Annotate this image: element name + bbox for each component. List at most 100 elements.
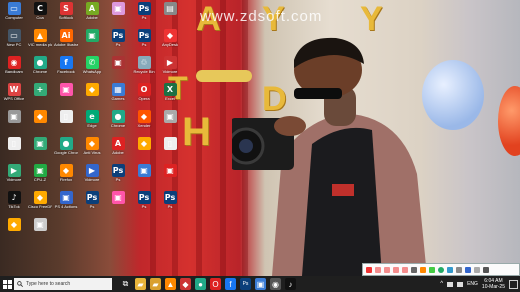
- toolbar-icon[interactable]: [411, 266, 417, 273]
- desktop-icon[interactable]: ◆ Firefox: [54, 164, 78, 182]
- app-icon: Ps: [111, 164, 125, 177]
- watermark-text: www.zdsoft.com: [200, 8, 323, 25]
- desktop-icon[interactable]: ◆ AnyDesk: [158, 29, 182, 47]
- tray-chevron-icon[interactable]: ^: [440, 281, 443, 287]
- toolbar-icon[interactable]: [375, 266, 381, 273]
- desktop-icon[interactable]: S Softlock: [54, 2, 78, 20]
- desktop-icon[interactable]: ◆: [2, 218, 26, 231]
- desktop-icon[interactable]: ▣: [28, 218, 52, 231]
- desktop-icon[interactable]: ▣: [106, 2, 130, 15]
- desktop-icon[interactable]: e Edge: [80, 110, 104, 128]
- app-icon: ▣: [85, 29, 99, 42]
- clock[interactable]: 6:04 AM 10-Mar-25: [482, 278, 505, 290]
- desktop-icon[interactable]: ▣: [106, 56, 130, 69]
- desktop-icon[interactable]: ▣: [80, 29, 104, 42]
- desktop-icon[interactable]: Ps Ps: [106, 29, 130, 47]
- desktop-icon[interactable]: ▲VIC media player: [28, 29, 52, 47]
- toolbar-icon[interactable]: [384, 266, 390, 273]
- desktop-icon[interactable]: Ps Ps: [132, 29, 156, 47]
- toolbar-icon[interactable]: [474, 266, 480, 273]
- tiktok-icon[interactable]: ♪: [285, 278, 296, 290]
- desktop-icon[interactable]: ◆ Xender: [132, 110, 156, 128]
- desktop-icon[interactable]: Ps Ps: [80, 191, 104, 209]
- toolbar-icon[interactable]: [402, 266, 408, 273]
- desktop-icon[interactable]: ◆: [80, 83, 104, 96]
- desktop-icon[interactable]: Ps Ps: [132, 2, 156, 20]
- vlc-icon[interactable]: ▲: [165, 278, 176, 290]
- desktop-icon[interactable]: ▤: [158, 2, 182, 15]
- desktop-icon[interactable]: f Facebook: [54, 56, 78, 74]
- desktop-icon[interactable]: Ps Ps: [132, 191, 156, 209]
- folder-icon[interactable]: ▰: [150, 278, 161, 290]
- toolbar-icon[interactable]: [465, 266, 471, 273]
- app3-icon[interactable]: ◉: [270, 278, 281, 290]
- facebook-icon[interactable]: f: [225, 278, 236, 290]
- chrome-icon[interactable]: ●: [195, 278, 206, 290]
- desktop-icon[interactable]: ▣: [158, 110, 182, 123]
- desktop-icon[interactable]: ▭ New PC: [2, 29, 26, 47]
- desktop-icon[interactable]: +: [28, 83, 52, 96]
- desktop-icon[interactable]: ▶ Vidmore: [80, 164, 104, 182]
- desktop-icon[interactable]: ▶ Vidmore: [158, 56, 182, 74]
- desktop-icon[interactable]: ▣: [158, 164, 182, 177]
- desktop-icon[interactable]: ▣: [2, 110, 26, 123]
- opera-icon[interactable]: O: [210, 278, 221, 290]
- desktop-icon[interactable]: A Adobe: [80, 2, 104, 20]
- app2-icon[interactable]: ▣: [255, 278, 266, 290]
- desktop-icon[interactable]: ◆ Anti Virus: [80, 137, 104, 155]
- desktop-icon[interactable]: ▭ Computer: [2, 2, 26, 20]
- start-button[interactable]: [0, 276, 14, 292]
- desktop-icon[interactable]: AiAdobe Illustrator: [54, 29, 78, 47]
- notification-icon[interactable]: [509, 279, 518, 289]
- language-indicator[interactable]: ENG: [467, 281, 478, 287]
- taskbar-search-box[interactable]: Type here to search: [14, 278, 112, 290]
- desktop-icon[interactable]: C Coa: [28, 2, 52, 20]
- desktop-icon[interactable]: Ps Ps: [158, 191, 182, 209]
- task-view-icon[interactable]: ⧉: [120, 278, 131, 290]
- desktop-icon[interactable]: ♪ TikTok: [2, 191, 26, 209]
- clock-date: 10-Mar-25: [481, 284, 505, 290]
- photoshop-icon[interactable]: Ps: [240, 278, 251, 290]
- toolbar-icon[interactable]: [393, 266, 399, 273]
- desktop-icon[interactable]: ◆: [28, 110, 52, 123]
- toolbar-icon[interactable]: [447, 266, 453, 273]
- desktop-icon[interactable]: X Excel: [158, 83, 182, 101]
- record-icon[interactable]: [366, 266, 372, 273]
- desktop-icon[interactable]: ▣: [132, 164, 156, 177]
- network-icon[interactable]: [447, 281, 454, 287]
- desktop-icon[interactable]: ✆ WhatsApp: [80, 56, 104, 74]
- volume-icon[interactable]: [457, 281, 464, 287]
- desktop-icon[interactable]: ◆: [132, 137, 156, 150]
- toolbar-icon[interactable]: [438, 266, 444, 273]
- desktop-icon[interactable]: A Adobe: [106, 137, 130, 155]
- file-explorer-icon[interactable]: ▰: [135, 278, 146, 290]
- desktop-icon[interactable]: W WPS Office: [2, 83, 26, 101]
- desktop-icon[interactable]: O Opera: [132, 83, 156, 101]
- desktop-icon[interactable]: ♲ Recycle Bin: [132, 56, 156, 74]
- desktop-icon[interactable]: ▯: [2, 137, 26, 150]
- tray-popup-toolbar[interactable]: [362, 263, 520, 276]
- toolbar-icon[interactable]: [420, 266, 426, 273]
- desktop-icon[interactable]: ● Chrome: [28, 56, 52, 74]
- desktop-icon[interactable]: ▣ CPU-Z: [28, 164, 52, 182]
- toolbar-icon[interactable]: [456, 266, 462, 273]
- desktop-icon[interactable]: ▣: [106, 191, 130, 204]
- desktop-icon[interactable]: ▦ Games: [106, 83, 130, 101]
- desktop-icon[interactable]: ●Google Chrome: [54, 137, 78, 155]
- toolbar-icon[interactable]: [429, 266, 435, 273]
- desktop-icon[interactable]: ▯: [54, 110, 78, 123]
- app-icon[interactable]: ◆: [180, 278, 191, 290]
- desktop-icon[interactable]: ▣: [54, 83, 78, 96]
- desktop-icon[interactable]: ◆Cisco FreeDPC: [28, 191, 52, 209]
- desktop-icon-label: Ps: [141, 204, 147, 209]
- desktop-icon[interactable]: ▣ PS 4 Actions: [54, 191, 78, 209]
- desktop-icon[interactable]: ● Chrome: [106, 110, 130, 128]
- toolbar-icon[interactable]: [483, 266, 489, 273]
- desktop-icon[interactable]: ▯: [158, 137, 182, 150]
- app-icon: f: [59, 56, 73, 69]
- desktop-icon[interactable]: ▶ Vidmore: [2, 164, 26, 182]
- desktop-icon[interactable]: ▣: [28, 137, 52, 150]
- desktop-icon[interactable]: ◉ Bandicam: [2, 56, 26, 74]
- desktop-icon-label: Adobe Illustrator: [54, 42, 78, 47]
- desktop-icon[interactable]: Ps Ps: [106, 164, 130, 182]
